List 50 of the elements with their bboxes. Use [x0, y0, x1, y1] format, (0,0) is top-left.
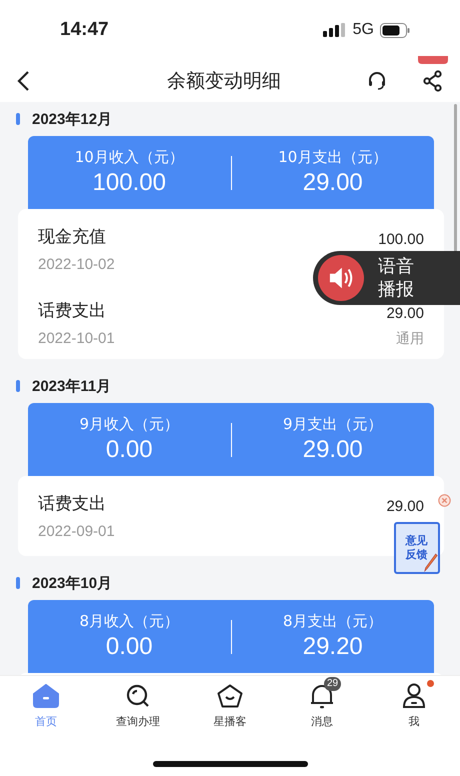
tab-item[interactable]: 29 消息 [276, 676, 368, 736]
voice-broadcast-button[interactable]: 语音播报 [313, 251, 460, 305]
promo-tag-icon [418, 56, 448, 64]
battery-icon [380, 22, 410, 38]
record-date: 2022-10-02 [38, 256, 115, 273]
month-label: 2023年10月 [32, 574, 112, 592]
pentagon-smile-icon [217, 684, 243, 708]
record-name: 话费支出 [38, 493, 107, 515]
tab-item[interactable]: 我 [368, 676, 460, 736]
record-name: 话费支出 [38, 300, 107, 322]
search-icon [126, 684, 150, 708]
home-icon [33, 684, 59, 708]
close-icon[interactable] [438, 494, 451, 507]
record-date: 2022-10-01 [38, 330, 115, 347]
expense-label: 8月支出（元） [282, 612, 383, 631]
page-title: 余额变动明细 [166, 69, 282, 94]
status-time: 14:47 [60, 19, 109, 41]
month-label: 2023年12月 [32, 110, 112, 128]
expense-amount: 29.00 [302, 436, 363, 464]
tab-item[interactable]: 查询办理 [92, 676, 184, 736]
speaker-icon [318, 255, 364, 301]
network-label: 5G [352, 21, 374, 39]
tab-item[interactable]: 星播客 [184, 676, 276, 736]
income-amount: 100.00 [92, 169, 166, 197]
expense-amount: 29.00 [302, 169, 363, 197]
month-label: 2023年11月 [32, 376, 112, 396]
expense-label: 9月支出（元） [282, 415, 383, 434]
month-marker [16, 380, 20, 392]
share-icon[interactable] [422, 70, 444, 92]
signal-icon [322, 23, 347, 37]
expense-label: 10月支出（元） [278, 148, 388, 167]
user-icon [402, 683, 426, 709]
record-tag: 通用 [396, 330, 424, 348]
record-name: 现金充值 [38, 226, 107, 248]
count-badge: 29 [324, 677, 342, 691]
month-marker [16, 577, 20, 589]
month-marker [16, 113, 20, 125]
income-label: 10月收入（元） [74, 148, 184, 167]
income-label: 8月收入（元） [79, 612, 180, 631]
back-icon[interactable] [16, 71, 30, 91]
expense-amount: 29.20 [302, 633, 363, 661]
headset-icon[interactable] [366, 70, 388, 92]
income-amount: 0.00 [106, 436, 153, 464]
income-amount: 0.00 [106, 633, 153, 661]
income-label: 9月收入（元） [79, 415, 180, 434]
record-amount: 29.00 [386, 498, 424, 515]
record-date: 2022-09-01 [38, 523, 115, 540]
record-amount: 29.00 [386, 305, 424, 322]
feedback-button[interactable]: 意见反馈 [394, 522, 440, 574]
record-amount: 100.00 [378, 231, 424, 248]
